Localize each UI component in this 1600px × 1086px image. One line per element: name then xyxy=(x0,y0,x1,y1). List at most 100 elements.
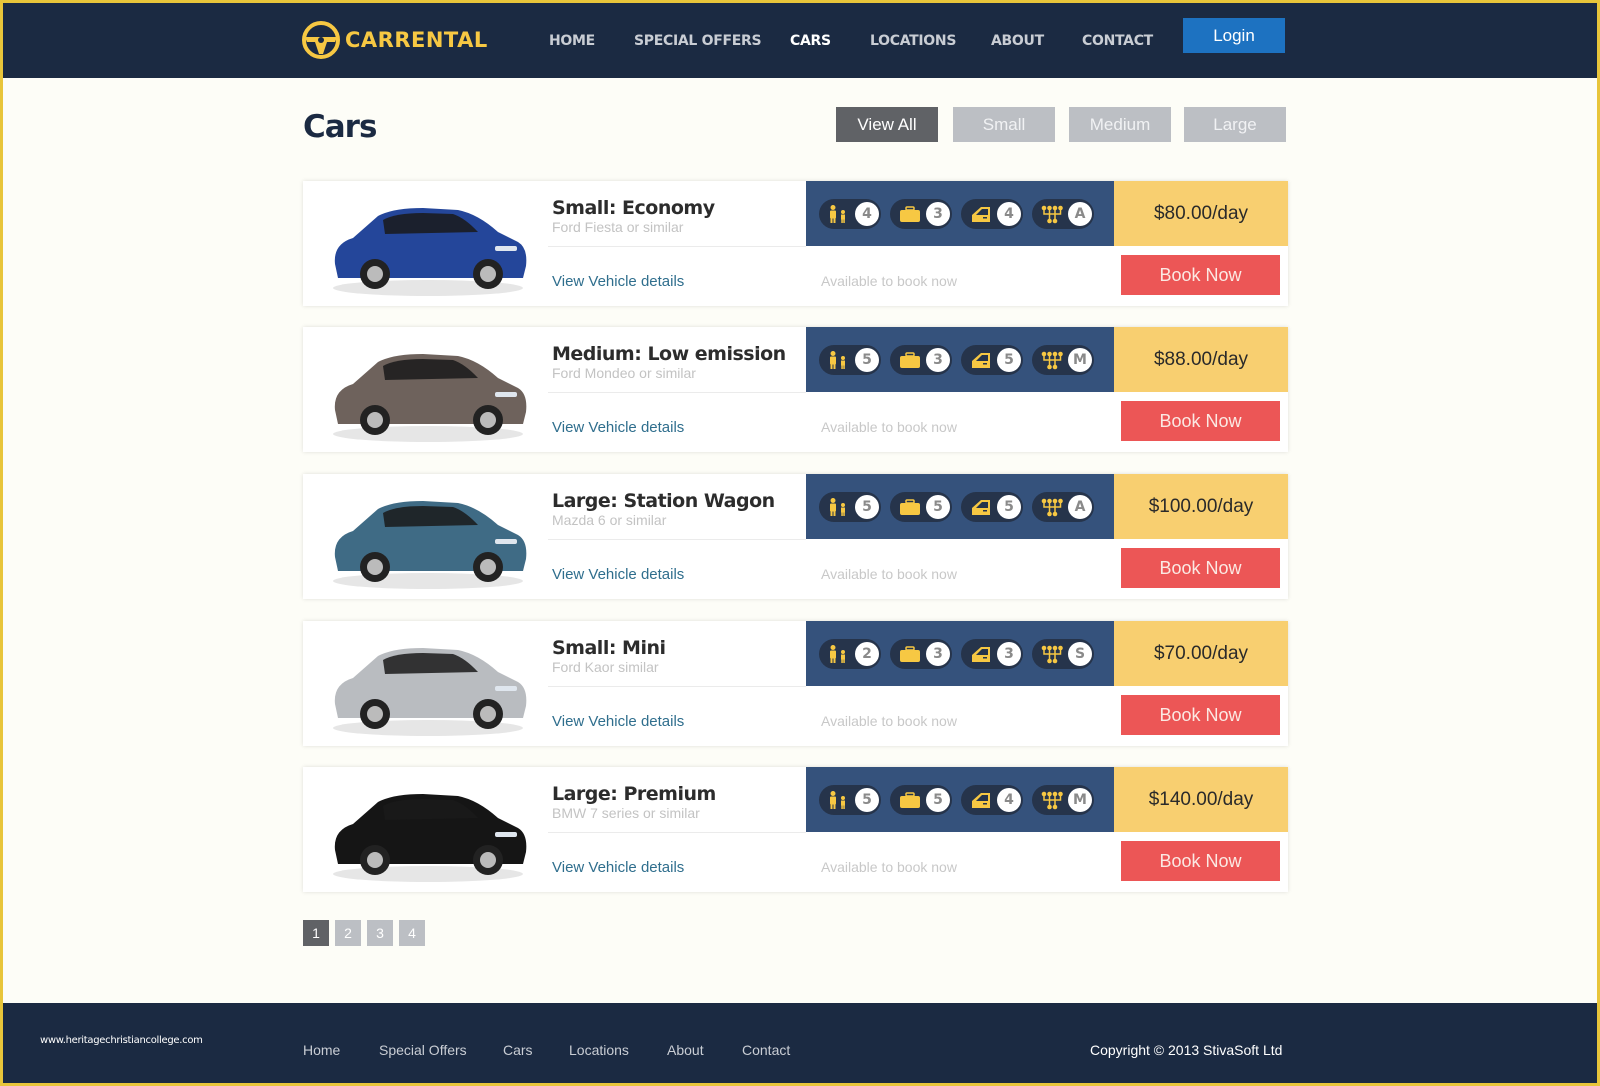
spec-doors: 5 xyxy=(961,491,1023,522)
doors-count: 4 xyxy=(997,201,1021,226)
page-1-button[interactable]: 1 xyxy=(303,920,329,946)
luggage-count: 5 xyxy=(926,494,950,519)
gearbox-icon xyxy=(1041,205,1063,223)
car-image[interactable] xyxy=(323,626,533,741)
price-per-day: $88.00/day xyxy=(1114,327,1288,392)
gearbox-icon xyxy=(1041,351,1063,369)
luggage-count: 3 xyxy=(926,347,950,372)
spec-luggage: 3 xyxy=(890,198,952,229)
spec-panel: 2 3 3 S xyxy=(806,621,1114,686)
page-4-button[interactable]: 4 xyxy=(399,920,425,946)
nav-cars[interactable]: CARS xyxy=(790,33,831,49)
nav-about[interactable]: ABOUT xyxy=(991,33,1044,49)
steering-wheel-icon xyxy=(302,21,340,59)
passengers-count: 2 xyxy=(855,641,879,666)
filter-medium[interactable]: Medium xyxy=(1069,107,1171,142)
book-now-button[interactable]: Book Now xyxy=(1121,401,1280,441)
door-icon xyxy=(972,206,990,222)
book-now-button[interactable]: Book Now xyxy=(1121,841,1280,881)
spec-doors: 3 xyxy=(961,638,1023,669)
spec-doors: 4 xyxy=(961,784,1023,815)
car-image[interactable] xyxy=(323,186,533,301)
car-category-title: Large: Station Wagon xyxy=(552,490,775,512)
car-image[interactable] xyxy=(323,772,533,887)
nav-special-offers[interactable]: SPECIAL OFFERS xyxy=(634,33,762,49)
transmission-type: A xyxy=(1068,494,1092,519)
passengers-icon xyxy=(830,350,845,369)
luggage-icon xyxy=(900,645,920,662)
logo[interactable]: CARRENTAL xyxy=(301,20,488,60)
book-now-button[interactable]: Book Now xyxy=(1121,548,1280,588)
car-model: BMW 7 series or similar xyxy=(552,805,700,821)
passengers-icon xyxy=(830,644,845,663)
view-vehicle-details-link[interactable]: View Vehicle details xyxy=(552,566,684,583)
doors-count: 5 xyxy=(997,494,1021,519)
spec-transmission: S xyxy=(1032,638,1094,669)
spec-transmission: A xyxy=(1032,491,1094,522)
luggage-count: 5 xyxy=(926,787,950,812)
door-icon xyxy=(972,499,990,515)
filter-small[interactable]: Small xyxy=(953,107,1055,142)
spec-transmission: M xyxy=(1032,344,1094,375)
car-card: Medium: Low emission Ford Mondeo or simi… xyxy=(303,327,1288,452)
view-vehicle-details-link[interactable]: View Vehicle details xyxy=(552,713,684,730)
nav-locations[interactable]: LOCATIONS xyxy=(870,33,956,49)
footer-link-special-offers[interactable]: Special Offers xyxy=(379,1042,467,1058)
car-image[interactable] xyxy=(323,479,533,594)
page-frame: CARRENTAL HOME SPECIAL OFFERS CARS LOCAT… xyxy=(3,3,1597,1083)
car-category-title: Medium: Low emission xyxy=(552,343,786,365)
price-per-day: $100.00/day xyxy=(1114,474,1288,539)
transmission-type: A xyxy=(1068,201,1092,226)
view-vehicle-details-link[interactable]: View Vehicle details xyxy=(552,273,684,290)
car-card: Small: Economy Ford Fiesta or similar Vi… xyxy=(303,181,1288,306)
nav-home[interactable]: HOME xyxy=(549,33,595,49)
spec-luggage: 3 xyxy=(890,344,952,375)
passengers-icon xyxy=(830,790,845,809)
page-title: Cars xyxy=(303,109,377,145)
spec-panel: 4 3 4 A xyxy=(806,181,1114,246)
spec-passengers: 5 xyxy=(819,784,881,815)
availability-text: Available to book now xyxy=(821,713,957,729)
spec-doors: 4 xyxy=(961,198,1023,229)
book-now-button[interactable]: Book Now xyxy=(1121,695,1280,735)
filter-view-all[interactable]: View All xyxy=(836,107,938,142)
view-vehicle-details-link[interactable]: View Vehicle details xyxy=(552,859,684,876)
footer-link-cars[interactable]: Cars xyxy=(503,1042,533,1058)
spec-panel: 5 5 5 A xyxy=(806,474,1114,539)
divider xyxy=(548,539,806,540)
spec-doors: 5 xyxy=(961,344,1023,375)
car-card: Large: Station Wagon Mazda 6 or similar … xyxy=(303,474,1288,599)
view-vehicle-details-link[interactable]: View Vehicle details xyxy=(552,419,684,436)
car-image[interactable] xyxy=(323,332,533,447)
login-button[interactable]: Login xyxy=(1183,18,1285,53)
luggage-icon xyxy=(900,205,920,222)
passengers-count: 4 xyxy=(855,201,879,226)
spec-panel: 5 3 5 M xyxy=(806,327,1114,392)
passengers-icon xyxy=(830,204,845,223)
nav-contact[interactable]: CONTACT xyxy=(1082,33,1153,49)
spec-passengers: 2 xyxy=(819,638,881,669)
spec-luggage: 5 xyxy=(890,784,952,815)
car-card: Large: Premium BMW 7 series or similar V… xyxy=(303,767,1288,892)
car-card: Small: Mini Ford Kaor similar View Vehic… xyxy=(303,621,1288,746)
gearbox-icon xyxy=(1041,498,1063,516)
gearbox-icon xyxy=(1041,645,1063,663)
footer-link-about[interactable]: About xyxy=(667,1042,704,1058)
gearbox-icon xyxy=(1041,791,1063,809)
passengers-count: 5 xyxy=(855,787,879,812)
transmission-type: M xyxy=(1068,347,1092,372)
passengers-count: 5 xyxy=(855,494,879,519)
page-3-button[interactable]: 3 xyxy=(367,920,393,946)
car-model: Mazda 6 or similar xyxy=(552,512,667,528)
availability-text: Available to book now xyxy=(821,419,957,435)
door-icon xyxy=(972,352,990,368)
footer-link-home[interactable]: Home xyxy=(303,1042,340,1058)
car-model: Ford Fiesta or similar xyxy=(552,219,684,235)
footer-link-contact[interactable]: Contact xyxy=(742,1042,790,1058)
book-now-button[interactable]: Book Now xyxy=(1121,255,1280,295)
page-2-button[interactable]: 2 xyxy=(335,920,361,946)
luggage-count: 3 xyxy=(926,201,950,226)
footer-link-locations[interactable]: Locations xyxy=(569,1042,629,1058)
filter-large[interactable]: Large xyxy=(1184,107,1286,142)
availability-text: Available to book now xyxy=(821,273,957,289)
